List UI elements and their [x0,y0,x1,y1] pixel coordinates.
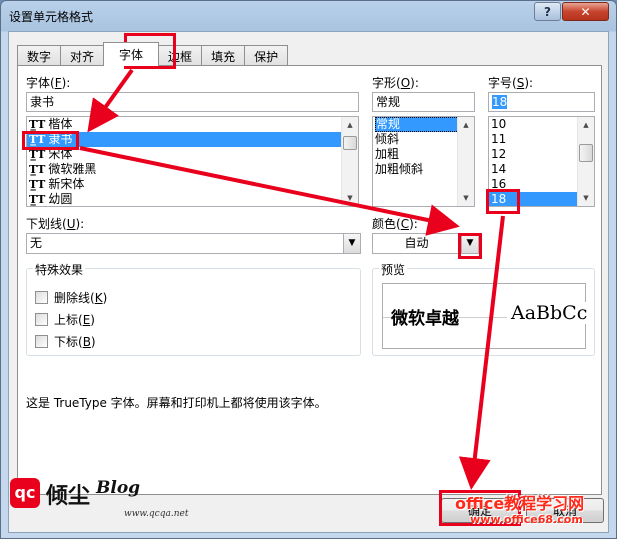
logo-url: www.qcqa.net [124,509,189,519]
logo-text: 倾尘 [46,483,91,509]
arrow-tab-to-font [87,68,134,133]
tab-font[interactable]: 字体 [103,42,160,66]
logo-mark: qc [10,478,40,508]
arrow-size-to-ok [458,215,505,490]
annotation-arrows [79,68,505,490]
site-logo: qc 倾尘 Blog [10,478,140,510]
watermark-title: office教程学习网 [455,494,585,513]
watermark-url: www.office68.com [470,513,583,526]
logo-blog: Blog [96,478,141,498]
arrow-font-to-color [79,146,460,236]
